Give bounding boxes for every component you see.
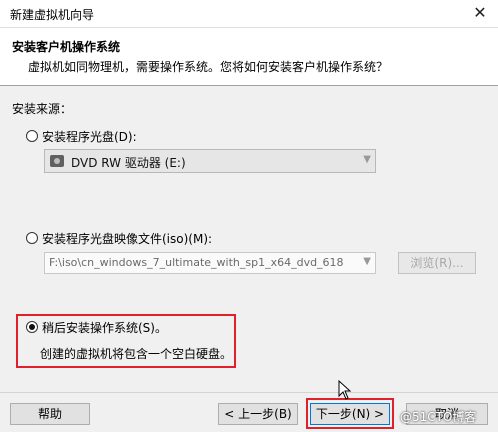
page-title: 安装客户机操作系统: [12, 40, 121, 54]
radio-install-disc-label[interactable]: 安装程序光盘(D):: [42, 128, 137, 145]
radio-install-disc[interactable]: [26, 130, 38, 142]
footer-divider: [0, 392, 498, 393]
annotation-highlight-later: [16, 314, 236, 368]
wizard-header: 安装客户机操作系统 虚拟机如同物理机，需要操作系统。您将如何安装客户机操作系统？: [0, 28, 498, 86]
browse-button[interactable]: 浏览(R)...: [398, 252, 476, 274]
close-icon[interactable]: ✕: [468, 3, 492, 23]
iso-path-combo[interactable]: F:\iso\cn_windows_7_ultimate_with_sp1_x6…: [44, 252, 376, 274]
iso-path-value: F:\iso\cn_windows_7_ultimate_with_sp1_x6…: [49, 256, 344, 269]
back-button[interactable]: < 上一步(B): [218, 403, 298, 425]
window-title: 新建虚拟机向导: [10, 8, 95, 22]
radio-install-iso[interactable]: [26, 232, 38, 244]
annotation-highlight-next: [306, 398, 394, 429]
install-source-label: 安装来源：: [12, 102, 73, 116]
help-button[interactable]: 帮助: [10, 403, 90, 425]
chevron-down-icon: ▼: [363, 154, 371, 165]
title-bar: 新建虚拟机向导 ✕: [0, 0, 498, 28]
watermark-text: @51CTO博客: [400, 410, 477, 424]
disc-drive-icon: [50, 155, 64, 167]
disc-drive-value: DVD RW 驱动器 (E:): [71, 156, 186, 170]
chevron-down-icon[interactable]: ▼: [363, 256, 371, 267]
mouse-cursor-icon: [338, 380, 352, 400]
radio-install-iso-label[interactable]: 安装程序光盘映像文件(iso)(M):: [42, 230, 212, 247]
disc-drive-select[interactable]: DVD RW 驱动器 (E:) ▼: [44, 149, 376, 173]
page-subtitle: 虚拟机如同物理机，需要操作系统。您将如何安装客户机操作系统？: [28, 60, 389, 74]
